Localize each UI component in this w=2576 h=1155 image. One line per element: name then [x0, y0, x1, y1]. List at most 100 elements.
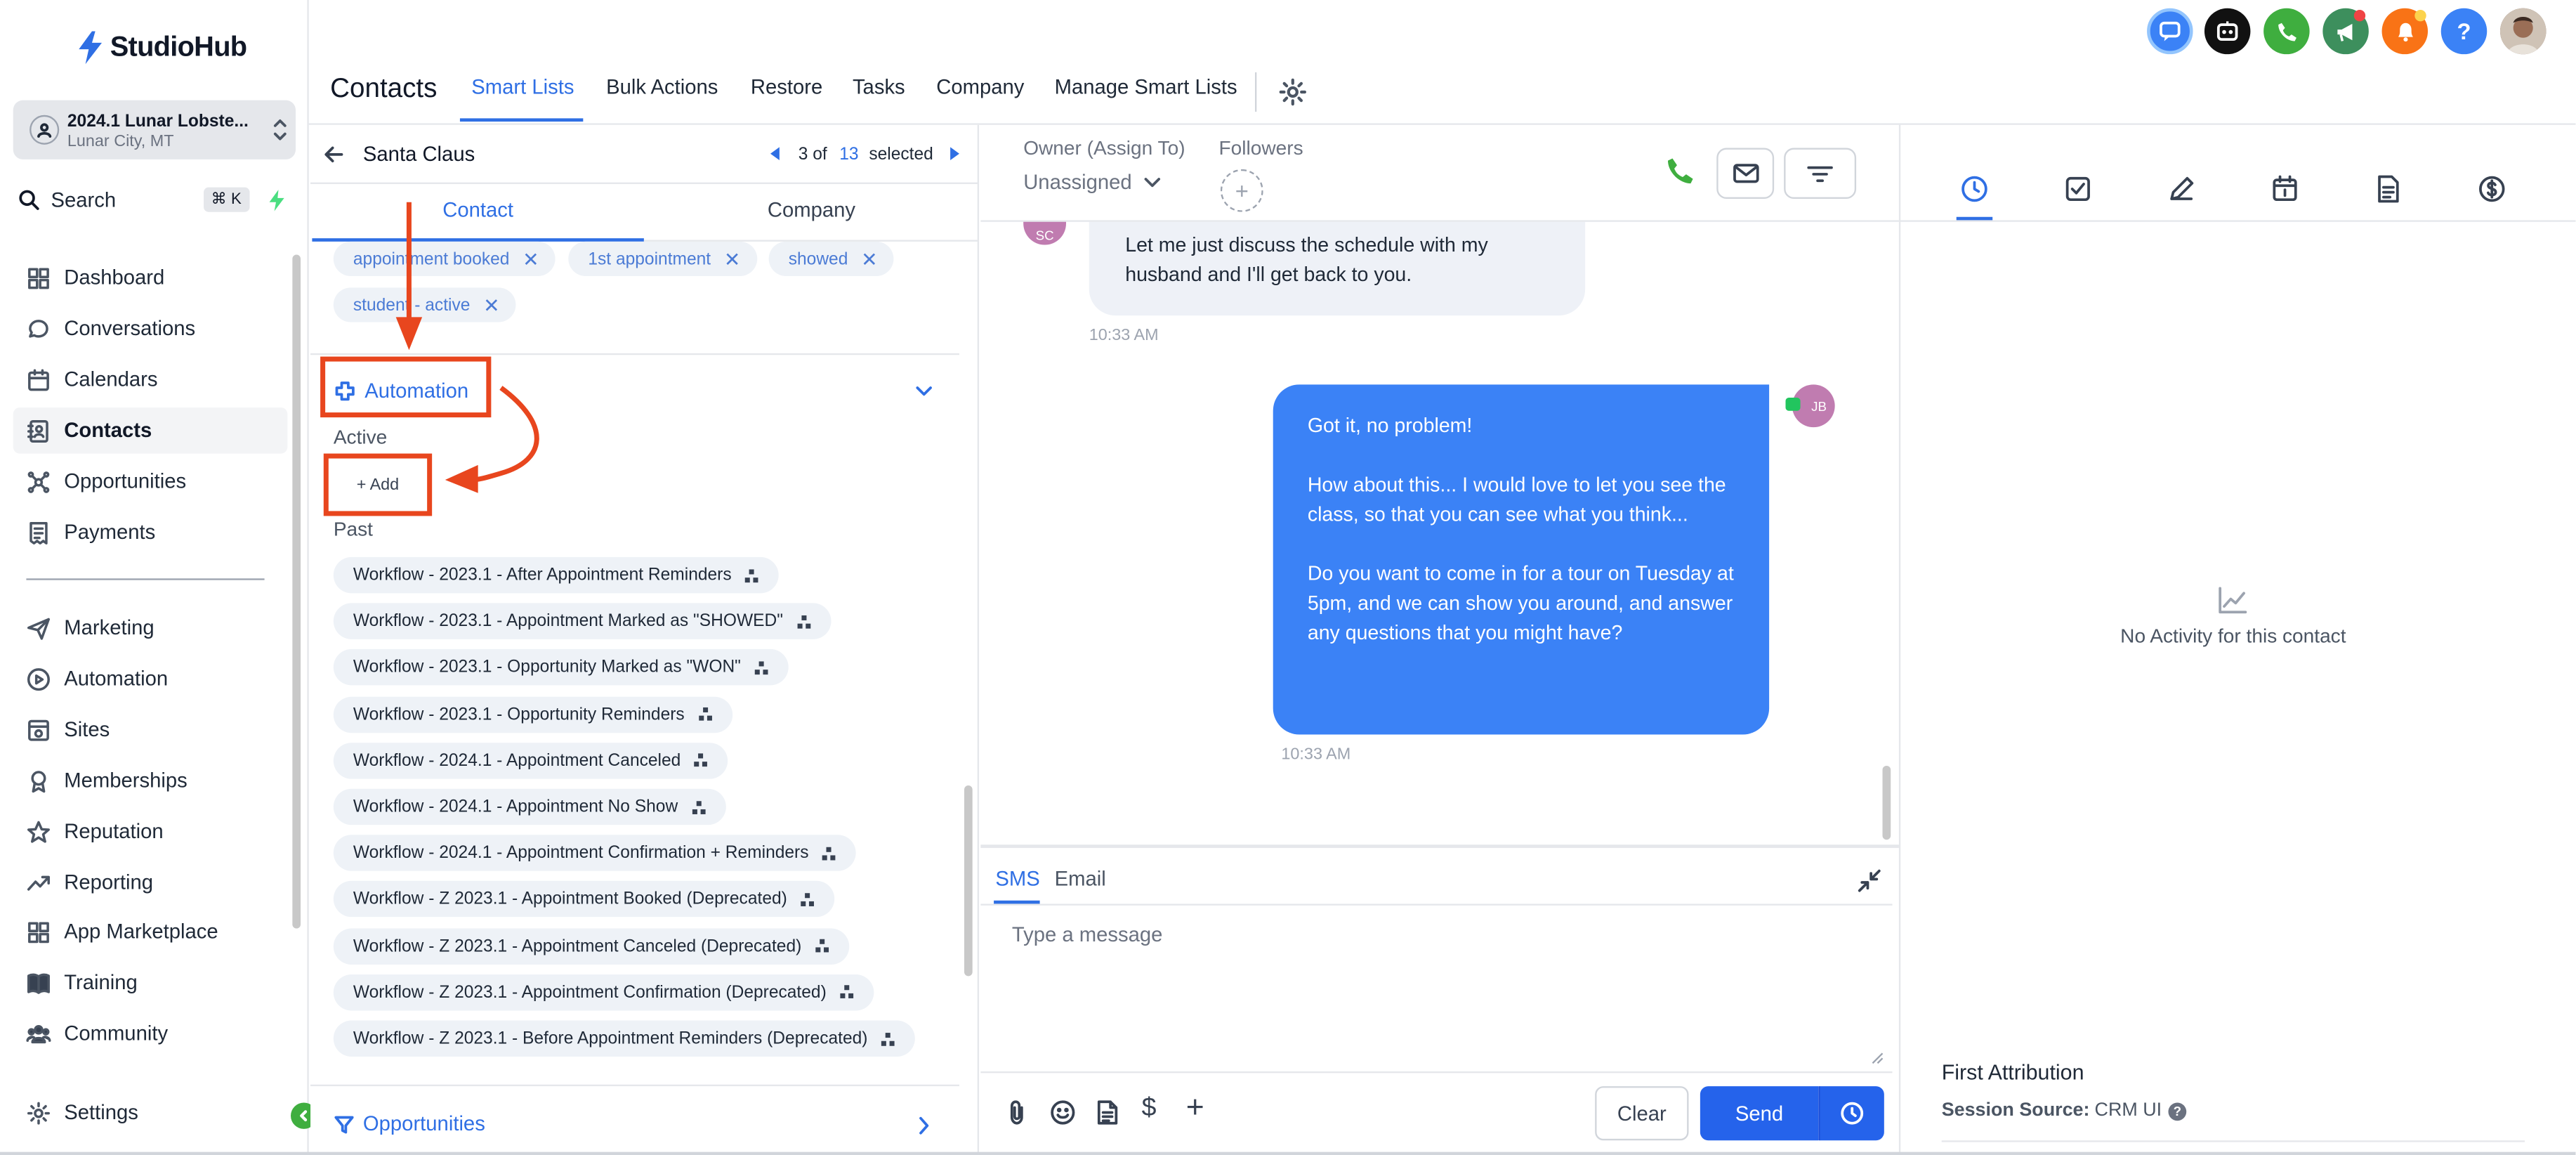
payment-dollar-icon[interactable]: $	[1142, 1095, 1157, 1124]
send-button[interactable]: Send	[1700, 1086, 1819, 1141]
sidebar-item-memberships[interactable]: Memberships	[13, 757, 288, 803]
documents-icon[interactable]	[2374, 174, 2403, 204]
bell-icon	[2397, 22, 2412, 42]
payments-dollar-icon[interactable]	[2477, 174, 2506, 204]
workflow-chip[interactable]: Workflow - 2024.1 - Appointment Confirma…	[333, 835, 857, 872]
messages-scrollbar[interactable]	[1882, 765, 1891, 840]
ai-bot-button[interactable]	[2204, 8, 2251, 55]
owner-select[interactable]: Unassigned	[1023, 171, 1162, 194]
sidebar-divider	[26, 578, 265, 580]
workflow-chip[interactable]: Workflow - 2023.1 - Opportunity Marked a…	[333, 649, 789, 686]
pager-current: 3 of	[798, 144, 827, 164]
remove-tag-icon[interactable]: ✕	[861, 247, 878, 270]
tab-smart-lists[interactable]: Smart Lists	[471, 76, 574, 99]
owner-label: Owner (Assign To)	[1023, 136, 1185, 159]
sidebar-scrollbar[interactable]	[292, 254, 301, 929]
sidebar-item-conversations[interactable]: Conversations	[13, 306, 288, 351]
tab-company[interactable]: Company	[936, 76, 1024, 99]
sidebar-item-settings[interactable]: Settings	[13, 1090, 288, 1135]
user-avatar[interactable]	[2499, 8, 2547, 55]
quick-action-bolt-icon[interactable]	[268, 189, 286, 212]
resize-handle-icon[interactable]	[1871, 1052, 1884, 1065]
dashboard-icon	[28, 267, 49, 289]
schedule-send-button[interactable]	[1818, 1086, 1884, 1141]
collapse-composer-icon[interactable]	[1858, 869, 1881, 892]
emoji-icon[interactable]	[1050, 1099, 1076, 1125]
more-plus-icon[interactable]: +	[1186, 1091, 1204, 1127]
search-label: Search	[51, 188, 117, 211]
message-input[interactable]: Type a message	[1012, 924, 1163, 947]
opportunities-section-title[interactable]: Opportunities	[363, 1113, 485, 1136]
workflow-chip[interactable]: Workflow - Z 2023.1 - Appointment Confir…	[333, 974, 874, 1011]
app-logo[interactable]: StudioHub	[76, 30, 247, 65]
sidebar-item-dashboard[interactable]: Dashboard	[13, 255, 288, 301]
template-doc-icon[interactable]	[1096, 1099, 1119, 1125]
search-bar[interactable]: Search ⌘ K	[13, 183, 256, 217]
help-button[interactable]: ?	[2440, 8, 2488, 55]
panel-scrollbar[interactable]	[964, 785, 973, 977]
sidebar-item-payments[interactable]: Payments	[13, 509, 288, 555]
sidebar-item-label: Memberships	[64, 769, 188, 792]
announcements-button[interactable]	[2322, 8, 2369, 55]
sites-icon	[28, 719, 49, 740]
settings-gear-icon[interactable]	[1278, 77, 1308, 107]
tab-company[interactable]: Company	[644, 199, 979, 222]
sidebar-item-marketing[interactable]: Marketing	[13, 605, 288, 651]
phone-icon	[2278, 22, 2296, 41]
composer-tab-email[interactable]: Email	[1055, 868, 1106, 891]
appointments-calendar-icon[interactable]	[2270, 174, 2299, 204]
workflow-chip[interactable]: Workflow - 2023.1 - Appointment Marked a…	[333, 603, 831, 640]
incoming-message-time: 10:33 AM	[1089, 327, 1159, 346]
sidebar-item-opportunities[interactable]: Opportunities	[13, 459, 288, 504]
plus-icon: +	[1235, 177, 1249, 204]
sidebar-item-app-marketplace[interactable]: App Marketplace	[13, 908, 288, 954]
sidebar-item-automation[interactable]: Automation	[13, 655, 288, 701]
chart-line-icon	[2219, 587, 2247, 614]
prev-contact-icon[interactable]	[769, 146, 782, 161]
sidebar-item-label: Payments	[64, 521, 156, 544]
help-circle-icon[interactable]: ?	[2168, 1102, 2187, 1121]
activity-history-icon[interactable]	[1959, 174, 1989, 204]
add-follower-button[interactable]: +	[1220, 169, 1263, 212]
tag-chip[interactable]: 1st appointment ✕	[568, 241, 757, 276]
workflow-chip[interactable]: Workflow - Z 2023.1 - Before Appointment…	[333, 1020, 916, 1057]
chat-widget-button[interactable]	[2147, 8, 2193, 55]
sidebar-item-reporting[interactable]: Reporting	[13, 859, 288, 905]
remove-tag-icon[interactable]: ✕	[724, 247, 741, 270]
filter-button[interactable]	[1784, 148, 1857, 200]
tab-tasks[interactable]: Tasks	[853, 76, 905, 99]
workflow-chip[interactable]: Workflow - 2024.1 - Appointment Canceled	[333, 742, 729, 779]
workflow-chip[interactable]: Workflow - 2023.1 - Opportunity Reminder…	[333, 696, 732, 733]
workflow-chip[interactable]: Workflow - 2023.1 - After Appointment Re…	[333, 556, 780, 594]
tab-bulk-actions[interactable]: Bulk Actions	[606, 76, 718, 99]
phone-button[interactable]	[2263, 8, 2310, 55]
composer-tab-sms[interactable]: SMS	[995, 868, 1039, 891]
email-button[interactable]	[1716, 148, 1775, 200]
back-arrow-icon[interactable]	[322, 143, 345, 166]
tag-chip[interactable]: showed ✕	[768, 241, 895, 276]
sidebar-item-contacts[interactable]: Contacts	[13, 407, 288, 454]
notifications-button[interactable]	[2381, 8, 2429, 55]
chevron-right-icon[interactable]	[916, 1116, 931, 1135]
tab-restore[interactable]: Restore	[751, 76, 822, 99]
workflow-chip[interactable]: Workflow - Z 2023.1 - Appointment Cancel…	[333, 927, 850, 965]
call-icon[interactable]	[1666, 156, 1695, 185]
next-contact-icon[interactable]	[948, 146, 961, 161]
sidebar-item-training[interactable]: Training	[13, 960, 288, 1005]
contact-avatar: SC	[1023, 221, 1067, 245]
notes-pencil-icon[interactable]	[2167, 174, 2196, 204]
clear-button[interactable]: Clear	[1595, 1086, 1689, 1141]
sidebar-item-reputation[interactable]: Reputation	[13, 809, 288, 854]
chevron-down-icon[interactable]	[915, 383, 933, 399]
sidebar-item-calendars[interactable]: Calendars	[13, 357, 288, 403]
sidebar-item-community[interactable]: Community	[13, 1010, 288, 1056]
pager-total[interactable]: 13	[839, 145, 858, 164]
account-switcher[interactable]: 2024.1 Lunar Lobste... Lunar City, MT	[13, 100, 296, 159]
sidebar-item-sites[interactable]: Sites	[13, 707, 288, 752]
workflow-chip[interactable]: Workflow - Z 2023.1 - Appointment Booked…	[333, 881, 835, 918]
attachment-icon[interactable]	[1005, 1099, 1028, 1125]
workflow-chip[interactable]: Workflow - 2024.1 - Appointment No Show	[333, 788, 726, 826]
task-checkbox-icon[interactable]	[2063, 174, 2093, 204]
workflow-tree-icon	[697, 707, 712, 722]
tab-manage-smart-lists[interactable]: Manage Smart Lists	[1055, 76, 1237, 99]
